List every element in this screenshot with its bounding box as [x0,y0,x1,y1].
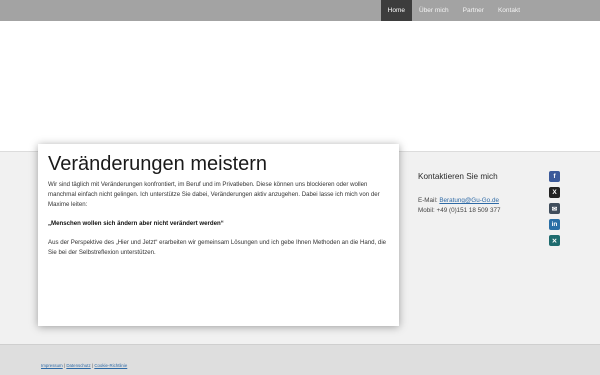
nav-kontakt[interactable]: Kontakt [491,0,527,21]
contact-box: Kontaktieren Sie mich E-Mail: Beratung@G… [418,172,538,215]
footer-links: Impressum | Datenschutz | Cookie-Richtli… [41,363,127,368]
mail-icon[interactable]: ✉ [549,203,560,214]
linkedin-icon[interactable]: in [549,219,560,230]
nav-partner[interactable]: Partner [456,0,491,21]
x-icon[interactable]: X [549,187,560,198]
footer: Impressum | Datenschutz | Cookie-Richtli… [0,344,600,375]
main-content-card: Veränderungen meistern Wir sind täglich … [38,144,399,326]
header-banner-area [0,21,600,151]
email-label: E-Mail: [418,197,440,204]
maxim-quote: „Menschen wollen sich ändern aber nicht … [48,220,224,227]
email-line: E-Mail: Beratung@Gu-Go.de [418,196,538,206]
email-link[interactable]: Beratung@Gu-Go.de [439,197,499,204]
social-links: f X ✉ in ✕ [549,171,560,251]
phone-number: +49 (0)151 18 509 377 [436,206,501,214]
contact-heading: Kontaktieren Sie mich [418,172,498,181]
page-title: Veränderungen meistern [48,153,268,175]
nav-ueber-mich[interactable]: Über mich [412,0,456,21]
datenschutz-link[interactable]: Datenschutz [66,363,90,368]
phone-label: Mobil: [418,206,437,214]
main-nav: Home Über mich Partner Kontakt [380,0,527,21]
cookie-policy-link[interactable]: Cookie-Richtlinie [94,363,127,368]
top-navigation-bar: Home Über mich Partner Kontakt [0,0,600,21]
facebook-icon[interactable]: f [549,171,560,182]
impressum-link[interactable]: Impressum [41,363,63,368]
phone-line: Mobil: +49 (0)151 18 509 377 [418,206,538,216]
body-paragraph: Aus der Perspektive des „Hier und Jetzt“… [48,239,387,256]
intro-paragraph: Wir sind täglich mit Veränderungen konfr… [48,181,380,208]
xing-icon[interactable]: ✕ [549,235,560,246]
nav-home[interactable]: Home [380,0,412,21]
